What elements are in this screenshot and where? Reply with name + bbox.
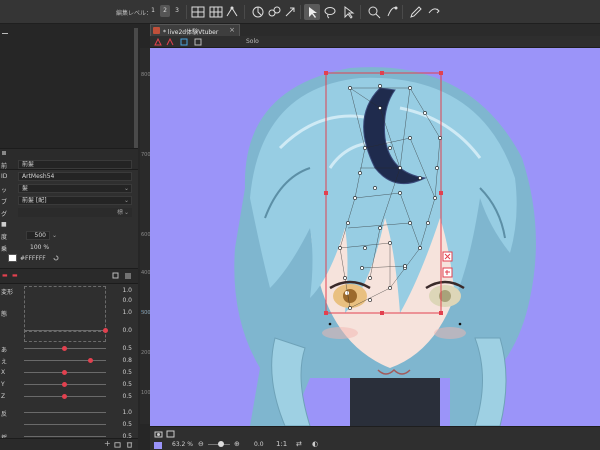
transform-icon[interactable] (282, 4, 298, 20)
document-tab[interactable]: * live2d体験Vtuber × (150, 24, 240, 36)
fit-view-icon[interactable] (180, 38, 188, 46)
link-icon[interactable]: ▬ (12, 272, 18, 279)
param-toolbar: + (0, 438, 138, 450)
select-arrow-icon[interactable] (304, 4, 320, 20)
app-window: 編集レベル： 1 2 3 前 前髪 ID ArtMesh54 ッ 髪 ⌄ ブ 前… (0, 0, 600, 450)
edit-level-3[interactable]: 3 (172, 5, 182, 17)
list-icon[interactable] (124, 272, 132, 280)
draw-order-value-row: 度 500 ⌄ (1, 231, 58, 241)
param-row[interactable]: 反 1.0 (0, 408, 138, 418)
param-handle[interactable] (62, 370, 67, 375)
prop-name-row: 前 前髪 (0, 159, 134, 170)
zoom-level[interactable]: 63.2 % (172, 441, 193, 448)
reset-icon[interactable] (52, 254, 60, 262)
toolbar: 編集レベル： 1 2 3 (0, 0, 600, 24)
zoom-ratio[interactable]: 1:1 (276, 440, 287, 448)
edit-level-1[interactable]: 1 (148, 5, 158, 17)
draw-order-input[interactable]: 500 (26, 231, 50, 240)
parent-select[interactable]: 前髪 [配] ⌄ (18, 196, 132, 205)
name-field[interactable]: 前髪 (18, 160, 132, 169)
flip-h-icon[interactable]: ⇄ (296, 440, 302, 448)
lasso-icon[interactable] (322, 4, 338, 20)
glue-icon[interactable] (266, 4, 282, 20)
param-row: 0.0 (122, 297, 132, 304)
folder-icon[interactable] (114, 441, 121, 448)
color-value[interactable]: #FFFFFF (20, 255, 46, 262)
color-row: #FFFFFF (0, 252, 134, 264)
mesh-edit-icon[interactable] (166, 38, 174, 46)
opacity-value[interactable]: 100 % (30, 244, 49, 251)
draw-order-row: ■ (1, 221, 7, 228)
pin-icon[interactable] (384, 4, 400, 20)
zoom-slider-handle[interactable] (218, 441, 224, 447)
param-handle[interactable] (62, 346, 67, 351)
copy-icon[interactable] (112, 272, 120, 280)
chevron-down-icon[interactable]: ⌄ (52, 232, 57, 239)
keyform-icon[interactable]: ▬ (2, 272, 8, 279)
pen-icon[interactable] (408, 4, 424, 20)
param-handle[interactable] (103, 328, 108, 333)
param-handle[interactable] (62, 382, 67, 387)
camera-icon[interactable] (154, 430, 163, 438)
chevron-down-icon: ⌄ (123, 197, 129, 204)
prop-parent-row: ブ 前髪 [配] ⌄ (0, 195, 134, 206)
document-icon (153, 27, 160, 34)
add-icon[interactable]: + (104, 439, 111, 448)
blend-mode-select[interactable]: 標 ⌄ (18, 208, 132, 217)
frame-icon[interactable] (194, 38, 202, 46)
rotation-angle[interactable]: 0.0 (254, 441, 264, 448)
mesh-auto-icon[interactable] (190, 4, 206, 20)
param-row[interactable]: え 0.8 (0, 356, 138, 366)
solo-label[interactable]: Solo (246, 38, 259, 45)
toggle-icon[interactable]: ◐ (312, 440, 318, 448)
vertical-ruler: 800 700 600 500 400 300 200 100 (140, 48, 151, 424)
close-icon[interactable]: × (229, 26, 235, 34)
edit-level-label: 編集レベル： (116, 10, 153, 17)
chevron-down-icon: ⌄ (123, 185, 129, 192)
param-row[interactable]: Y 0.5 (0, 380, 138, 390)
status-bar: 63.2 % ⊖ ⊕ 0.0 1:1 ⇄ ◐ (150, 426, 600, 450)
zoom-in-icon[interactable]: ⊕ (234, 440, 240, 448)
param-row[interactable]: 0.5 (0, 420, 138, 430)
param-row: 変形 1.0 (1, 287, 132, 296)
param-handle[interactable] (88, 358, 93, 363)
character-illustration (234, 67, 536, 426)
param-row: 態 1.0 (1, 309, 132, 318)
brush-icon[interactable] (366, 4, 382, 20)
prop-id-row: ID ArtMesh54 (0, 171, 134, 182)
deformer-rotate-icon[interactable] (250, 4, 266, 20)
trash-icon[interactable] (126, 441, 133, 448)
canvas-options-bar (150, 36, 600, 48)
parameter-header: ▬ ▬ (0, 268, 138, 284)
param-row[interactable]: 0.0 (0, 326, 138, 336)
model-canvas[interactable] (150, 48, 600, 426)
param-row[interactable]: Z 0.5 (0, 392, 138, 402)
left-panel: 前 前髪 ID ArtMesh54 ッ 髪 ⌄ ブ 前髪 [配] ⌄ グ 標 ⌄ ■ … (0, 24, 138, 450)
zoom-out-icon[interactable]: ⊖ (198, 440, 204, 448)
id-field[interactable]: ArtMesh54 (18, 172, 132, 181)
color-swatch[interactable] (8, 254, 17, 262)
deformer-warp-icon[interactable] (224, 4, 240, 20)
group-select[interactable]: 髪 ⌄ (18, 184, 132, 193)
param-handle[interactable] (62, 394, 67, 399)
parts-panel (0, 24, 138, 148)
mesh-view-icon[interactable] (154, 38, 162, 46)
display-icon[interactable] (166, 430, 175, 438)
direct-select-icon[interactable] (340, 4, 356, 20)
param-row[interactable]: X 0.5 (0, 368, 138, 378)
flip-icon[interactable] (426, 4, 442, 20)
bg-color-swatch[interactable] (154, 442, 162, 449)
edit-level-2[interactable]: 2 (160, 5, 170, 17)
chevron-down-icon: ⌄ (123, 209, 129, 216)
prop-blend-row: グ 標 ⌄ (0, 207, 134, 218)
param-row[interactable]: あ 0.5 (0, 344, 138, 354)
grid-icon[interactable] (208, 4, 224, 20)
prop-group-row: ッ 髪 ⌄ (0, 183, 134, 194)
